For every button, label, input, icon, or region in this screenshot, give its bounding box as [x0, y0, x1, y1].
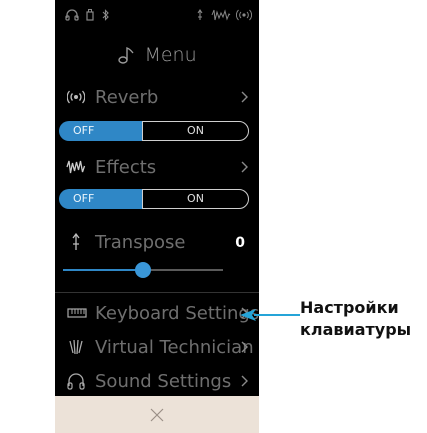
effects-icon [66, 160, 86, 174]
transpose-label: Transpose [95, 232, 186, 253]
transpose-slider-fill [63, 269, 143, 271]
menu-item-keyboard-settings[interactable]: Keyboard Settings [55, 296, 259, 330]
reverb-row[interactable]: Reverb [55, 80, 259, 114]
transpose-status-icon [197, 9, 203, 20]
reverb-icon [67, 90, 85, 104]
virtual-technician-label: Virtual Technician [95, 337, 254, 358]
reverb-toggle[interactable]: OFF ON [59, 121, 249, 141]
sound-settings-label: Sound Settings [95, 371, 232, 392]
keyboard-settings-label: Keyboard Settings [95, 303, 259, 324]
app-screen: Menu Reverb OFF ON Effects OFF ON Transp… [55, 0, 259, 433]
callout-line-2: клавиатуры [300, 320, 412, 339]
callout-arrow-icon [240, 309, 300, 321]
chevron-right-icon [241, 91, 248, 103]
divider [55, 292, 259, 293]
menu-item-sound-settings[interactable]: Sound Settings [55, 364, 259, 398]
headphones-icon [67, 373, 85, 390]
close-bar[interactable] [55, 396, 259, 433]
transpose-slider-thumb[interactable] [135, 262, 151, 278]
transpose-row: Transpose 0 [55, 225, 259, 259]
usb-drive-icon [86, 9, 94, 21]
close-icon[interactable] [149, 407, 165, 423]
keyboard-icon [67, 308, 87, 318]
chevron-right-icon [241, 375, 248, 387]
effects-row[interactable]: Effects [55, 150, 259, 184]
transpose-slider[interactable] [63, 262, 223, 278]
reverb-label: Reverb [95, 87, 159, 108]
bluetooth-icon [102, 9, 109, 21]
effects-status-icon [211, 9, 231, 21]
effects-toggle[interactable]: OFF ON [59, 189, 249, 209]
menu-header: Menu [55, 44, 259, 74]
reverb-on-button[interactable]: ON [142, 121, 249, 141]
reverb-status-icon [236, 9, 252, 21]
effects-on-button[interactable]: ON [142, 189, 249, 209]
callout-label: Настройки клавиатуры [300, 297, 411, 341]
menu-item-virtual-technician[interactable]: Virtual Technician [55, 330, 259, 364]
effects-label: Effects [95, 157, 157, 178]
chevron-right-icon [241, 161, 248, 173]
transpose-value: 0 [235, 235, 245, 251]
headphones-icon [65, 9, 79, 21]
status-bar [55, 0, 259, 30]
music-note-icon [118, 47, 134, 64]
reverb-off-button[interactable]: OFF [59, 121, 142, 141]
effects-off-button[interactable]: OFF [59, 189, 142, 209]
page-title: Menu [144, 44, 197, 66]
chevron-right-icon [241, 341, 248, 353]
transpose-icon [72, 233, 80, 250]
callout-line-1: Настройки [300, 298, 399, 317]
technician-icon [69, 339, 83, 355]
